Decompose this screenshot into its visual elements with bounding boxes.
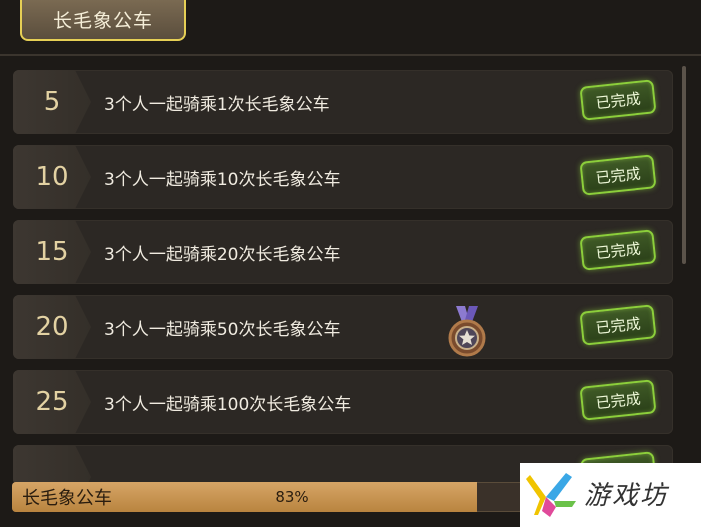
level-number: 10 bbox=[35, 162, 69, 192]
tab-mammoth-bus[interactable]: 长毛象公车 bbox=[20, 0, 186, 41]
task-description: 3个人一起骑乘1次长毛象公车 bbox=[104, 94, 330, 115]
completed-label: 已完成 bbox=[594, 89, 642, 112]
list-item: 5 3个人一起骑乘1次长毛象公车 已完成 bbox=[13, 70, 673, 134]
level-number: 5 bbox=[43, 87, 61, 117]
completed-label: 已完成 bbox=[594, 164, 642, 187]
medal-icon bbox=[448, 306, 486, 357]
divider bbox=[0, 54, 701, 56]
progress-value: 83% bbox=[275, 488, 309, 506]
list-item: 20 3个人一起骑乘50次长毛象公车 已完成 bbox=[13, 295, 673, 359]
scrollbar[interactable] bbox=[682, 66, 686, 264]
list-item: 10 3个人一起骑乘10次长毛象公车 已完成 bbox=[13, 145, 673, 209]
level-number: 20 bbox=[35, 312, 69, 342]
completed-button[interactable]: 已完成 bbox=[579, 79, 657, 121]
completed-button[interactable]: 已完成 bbox=[579, 304, 657, 346]
task-description: 3个人一起骑乘50次长毛象公车 bbox=[104, 319, 341, 340]
list-item: 15 3个人一起骑乘20次长毛象公车 已完成 bbox=[13, 220, 673, 284]
completed-label: 已完成 bbox=[594, 314, 642, 337]
list-item: 25 3个人一起骑乘100次长毛象公车 已完成 bbox=[13, 370, 673, 434]
task-description: 3个人一起骑乘20次长毛象公车 bbox=[104, 244, 341, 265]
level-number: 15 bbox=[35, 237, 69, 267]
logo-icon bbox=[526, 473, 576, 517]
completed-button[interactable]: 已完成 bbox=[579, 154, 657, 196]
watermark: 游戏坊 bbox=[520, 463, 701, 527]
completed-label: 已完成 bbox=[594, 389, 642, 412]
progress-bar: 长毛象公车 83% bbox=[12, 482, 572, 512]
completed-button[interactable]: 已完成 bbox=[579, 379, 657, 421]
completed-label: 已完成 bbox=[594, 239, 642, 262]
task-description: 3个人一起骑乘10次长毛象公车 bbox=[104, 169, 341, 190]
tab-label: 长毛象公车 bbox=[52, 10, 153, 32]
task-description: 3个人一起骑乘100次长毛象公车 bbox=[104, 394, 352, 415]
level-badge bbox=[13, 445, 91, 485]
watermark-text: 游戏坊 bbox=[584, 481, 669, 511]
completed-button[interactable]: 已完成 bbox=[579, 229, 657, 271]
level-number: 25 bbox=[35, 387, 69, 417]
